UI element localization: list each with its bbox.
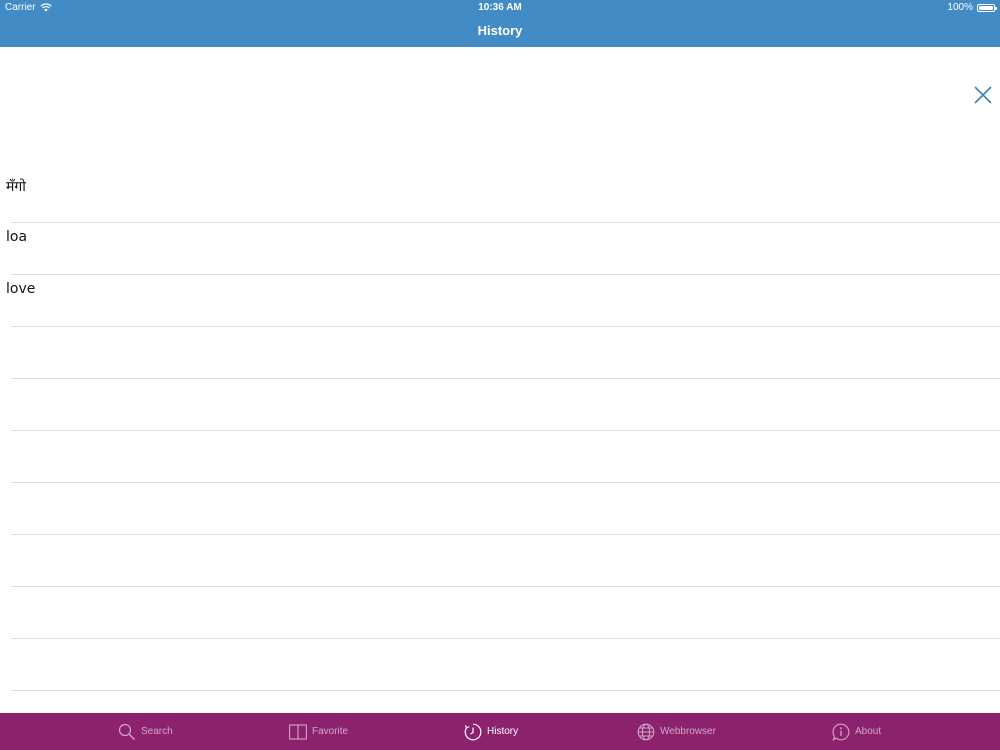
history-item-label: loa: [6, 229, 28, 245]
list-item: [11, 379, 1000, 431]
tab-webbrowser[interactable]: Webbrowser: [637, 713, 716, 750]
history-item-label: love: [6, 281, 36, 297]
history-screen: Carrier 10:36 AM 100% History मँगो loa l…: [0, 0, 1000, 750]
search-icon: [118, 723, 135, 740]
status-time: 10:36 AM: [478, 2, 522, 13]
close-icon: [974, 86, 992, 104]
tab-about[interactable]: About: [832, 713, 881, 750]
list-item[interactable]: love: [6, 275, 1000, 327]
tab-bar: Search Favorite History Webbrowser About: [0, 713, 1000, 750]
status-battery: 100%: [947, 2, 997, 13]
tab-label: Search: [141, 726, 173, 737]
tab-label: Favorite: [312, 726, 349, 737]
navigation-bar: Carrier 10:36 AM 100% History: [0, 0, 1000, 47]
list-item: [11, 431, 1000, 483]
globe-icon: [637, 723, 655, 740]
tab-search[interactable]: Search: [118, 713, 173, 750]
clock-icon: [464, 723, 482, 740]
tab-label: History: [487, 726, 519, 737]
battery-percent: 100%: [947, 2, 973, 13]
tab-history[interactable]: History: [464, 713, 518, 750]
book-icon: [289, 723, 307, 740]
list-item: [11, 587, 1000, 639]
list-item: [11, 535, 1000, 587]
tab-label: Webbrowser: [660, 726, 716, 737]
list-item: [11, 639, 1000, 691]
history-item-label: मँगो: [6, 179, 26, 195]
battery-icon: [977, 3, 997, 12]
info-icon: [832, 723, 850, 741]
list-item[interactable]: मँगो: [6, 171, 1000, 223]
tab-favorite[interactable]: Favorite: [289, 713, 348, 750]
tab-label: About: [855, 726, 882, 737]
history-list: मँगो loa love: [0, 171, 1000, 712]
close-button[interactable]: [970, 82, 996, 108]
list-item: [11, 483, 1000, 535]
list-item[interactable]: loa: [6, 223, 1000, 275]
list-item: [11, 691, 1000, 712]
page-title: History: [477, 23, 523, 38]
list-item: [11, 327, 1000, 379]
